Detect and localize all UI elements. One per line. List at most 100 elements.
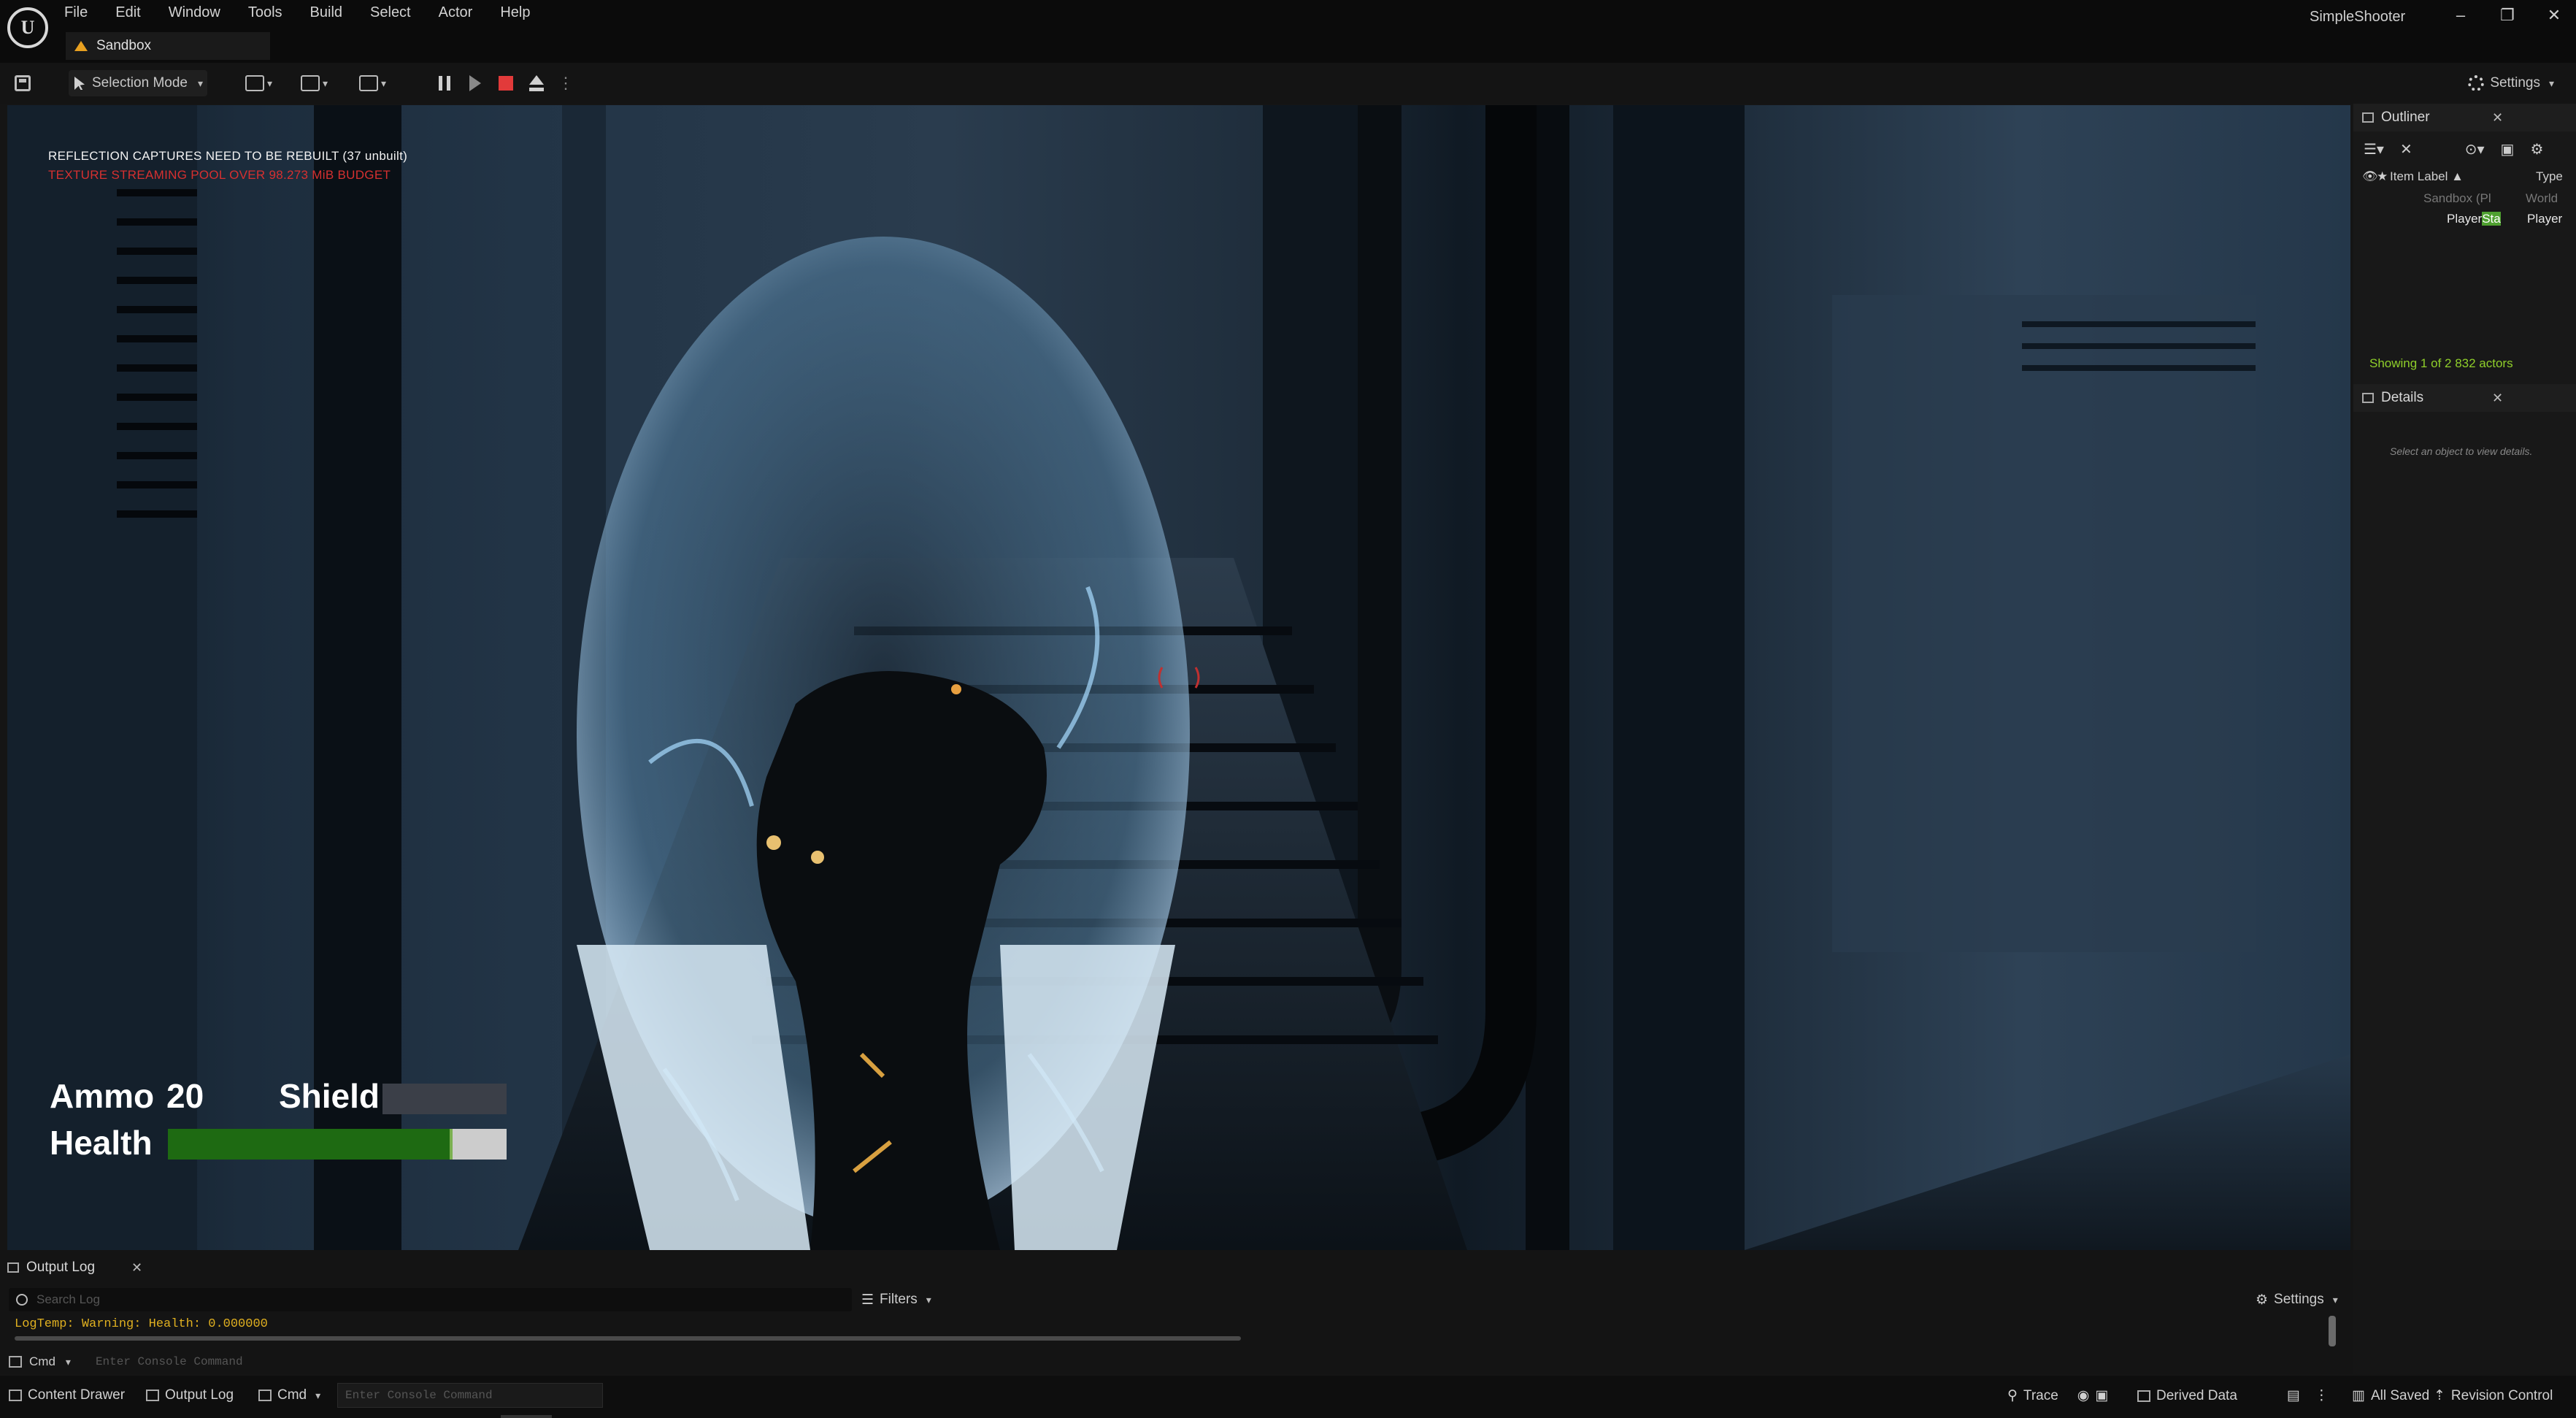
chevron-down-icon: ▾	[315, 1389, 321, 1401]
details-title: Details	[2381, 390, 2424, 405]
log-line: LogTemp: Warning: Health: 0.000000	[15, 1317, 268, 1331]
restore-icon[interactable]: ❐	[2499, 6, 2516, 25]
menu-window[interactable]: Window	[169, 4, 220, 21]
outliner-toolbar: ☰▾ ✕ ⊙▾ ▣ ⚙	[2353, 134, 2576, 164]
add-folder-icon[interactable]: ▣	[2501, 140, 2515, 158]
resize-grip[interactable]	[501, 1415, 552, 1418]
log-search-box[interactable]	[9, 1288, 852, 1311]
log-settings-dropdown[interactable]: ⚙ Settings ▾	[2256, 1288, 2338, 1311]
status-bar: Content Drawer Output Log Cmd ▾ ⚲ Trace …	[0, 1376, 2576, 1418]
more-options-icon[interactable]: ⋮	[2315, 1387, 2329, 1404]
more-options-icon[interactable]: ⋮	[558, 74, 574, 93]
log-search-input[interactable]	[36, 1292, 766, 1307]
outliner-settings-icon[interactable]: ⚙	[2530, 140, 2543, 158]
stats-icon[interactable]: ▤	[2287, 1387, 2300, 1404]
output-log-button[interactable]: Output Log	[146, 1387, 234, 1403]
chevron-down-icon: ▾	[381, 77, 387, 89]
revision-control-button[interactable]: ⇡ Revision Control	[2434, 1387, 2553, 1404]
filter-icon: ☰	[861, 1292, 874, 1308]
eject-button[interactable]	[527, 74, 546, 93]
clear-filter-icon[interactable]: ✕	[2400, 140, 2412, 158]
column-item-label[interactable]: Item Label ▲	[2390, 169, 2536, 184]
minimize-icon[interactable]: –	[2452, 6, 2469, 25]
cmd-dropdown[interactable]: Cmd ▾	[258, 1387, 320, 1403]
trace-label: Trace	[2023, 1387, 2058, 1403]
level-tab[interactable]: Sandbox	[66, 32, 270, 60]
add-actor-icon	[245, 75, 264, 91]
cursor-arrow-icon	[74, 77, 85, 90]
derived-data-button[interactable]: Derived Data ▤ ⋮	[2137, 1387, 2329, 1404]
stop-button[interactable]	[496, 74, 515, 93]
level-tab-label: Sandbox	[96, 38, 152, 53]
revision-control-icon: ⇡	[2434, 1388, 2445, 1403]
log-vertical-scrollbar[interactable]	[2329, 1316, 2336, 1346]
reflection-capture-warning: REFLECTION CAPTURES NEED TO BE REBUILT (…	[48, 149, 408, 163]
record-icon[interactable]: ◉	[2077, 1387, 2090, 1404]
menu-help[interactable]: Help	[500, 4, 530, 21]
column-type[interactable]: Type	[2536, 169, 2563, 184]
add-actor-button[interactable]: ▾	[245, 70, 272, 96]
chevron-down-icon: ▾	[2332, 1293, 2338, 1306]
hud-shield-bar	[382, 1084, 507, 1114]
filters-dropdown[interactable]: ☰ Filters ▾	[861, 1288, 931, 1311]
outliner-icon	[2362, 112, 2374, 123]
eye-icon[interactable]: 👁	[2362, 169, 2378, 184]
all-saved-button[interactable]: ▥ All Saved	[2352, 1387, 2429, 1404]
chevron-down-icon: ▾	[2548, 77, 2554, 89]
close-output-log-icon[interactable]: ✕	[131, 1260, 142, 1276]
log-command-row: Cmd ▾	[9, 1351, 1191, 1373]
camera-icon[interactable]: ▣	[2095, 1387, 2108, 1404]
star-icon[interactable]: ★	[2377, 169, 2388, 184]
pause-button[interactable]	[435, 74, 454, 93]
pause-icon	[439, 76, 450, 91]
menu-build[interactable]: Build	[310, 4, 342, 21]
search-icon	[16, 1294, 28, 1306]
blueprint-button[interactable]: ▾	[301, 70, 328, 96]
row-label-highlight: Sta	[2482, 212, 2501, 226]
menu-actor[interactable]: Actor	[439, 4, 473, 21]
unreal-logo-icon[interactable]: U	[7, 7, 48, 48]
settings-button[interactable]: Settings ▾	[2468, 70, 2554, 96]
close-icon[interactable]: ✕	[2545, 6, 2563, 25]
trace-button[interactable]: ⚲ Trace ◉ ▣	[2007, 1387, 2108, 1404]
play-controls: ⋮	[435, 70, 574, 96]
row-label: Sandbox (Pl	[2423, 191, 2491, 205]
log-horizontal-scrollbar[interactable]	[15, 1336, 1241, 1341]
filter-icon[interactable]: ☰▾	[2364, 140, 2384, 158]
level-viewport[interactable]: REFLECTION CAPTURES NEED TO BE REBUILT (…	[7, 105, 2350, 1250]
outliner-row-world[interactable]: Sandbox (Pl World	[2353, 188, 2576, 209]
hud-health-fill	[168, 1129, 453, 1160]
right-panels: Outliner ✕ ☰▾ ✕ ⊙▾ ▣ ⚙ 👁 ★ Item Label ▲ …	[2353, 104, 2576, 1250]
tab-output-log[interactable]: Output Log ✕	[7, 1254, 142, 1281]
close-outliner-icon[interactable]: ✕	[2492, 110, 2503, 126]
filters-label: Filters	[880, 1292, 918, 1307]
log-settings-label: Settings	[2274, 1292, 2324, 1307]
terminal-icon	[258, 1390, 272, 1401]
menu-edit[interactable]: Edit	[115, 4, 140, 21]
outliner-row-player[interactable]: PlayerSta Player	[2353, 209, 2576, 229]
row-label-prefix: Player	[2447, 212, 2483, 226]
close-details-icon[interactable]: ✕	[2492, 391, 2503, 406]
hud-ammo-label: Ammo	[50, 1077, 155, 1115]
chevron-down-icon[interactable]: ▾	[66, 1356, 71, 1368]
content-drawer-button[interactable]: Content Drawer	[9, 1387, 125, 1403]
step-frame-button[interactable]	[466, 74, 485, 93]
cinematics-button[interactable]: ▾	[359, 70, 386, 96]
hud-health-label: Health	[50, 1124, 153, 1162]
content-drawer-label: Content Drawer	[28, 1387, 126, 1403]
output-log-icon	[7, 1262, 19, 1273]
cmd-dropdown[interactable]: Cmd	[29, 1354, 55, 1369]
gear-icon	[2468, 75, 2485, 91]
menu-file[interactable]: File	[64, 4, 88, 21]
console-command-input[interactable]	[345, 1384, 593, 1407]
menu-select[interactable]: Select	[370, 4, 411, 21]
selection-mode-dropdown[interactable]: Selection Mode ▾	[69, 70, 207, 96]
console-command-box[interactable]	[337, 1383, 603, 1408]
menu-tools[interactable]: Tools	[248, 4, 282, 21]
log-console-input[interactable]	[95, 1355, 1191, 1368]
derived-data-icon	[2137, 1390, 2150, 1402]
visibility-options-icon[interactable]: ⊙▾	[2465, 140, 2485, 158]
tab-details[interactable]: Details ✕	[2353, 384, 2576, 412]
save-button[interactable]	[15, 70, 31, 96]
tab-outliner[interactable]: Outliner ✕	[2353, 104, 2576, 131]
